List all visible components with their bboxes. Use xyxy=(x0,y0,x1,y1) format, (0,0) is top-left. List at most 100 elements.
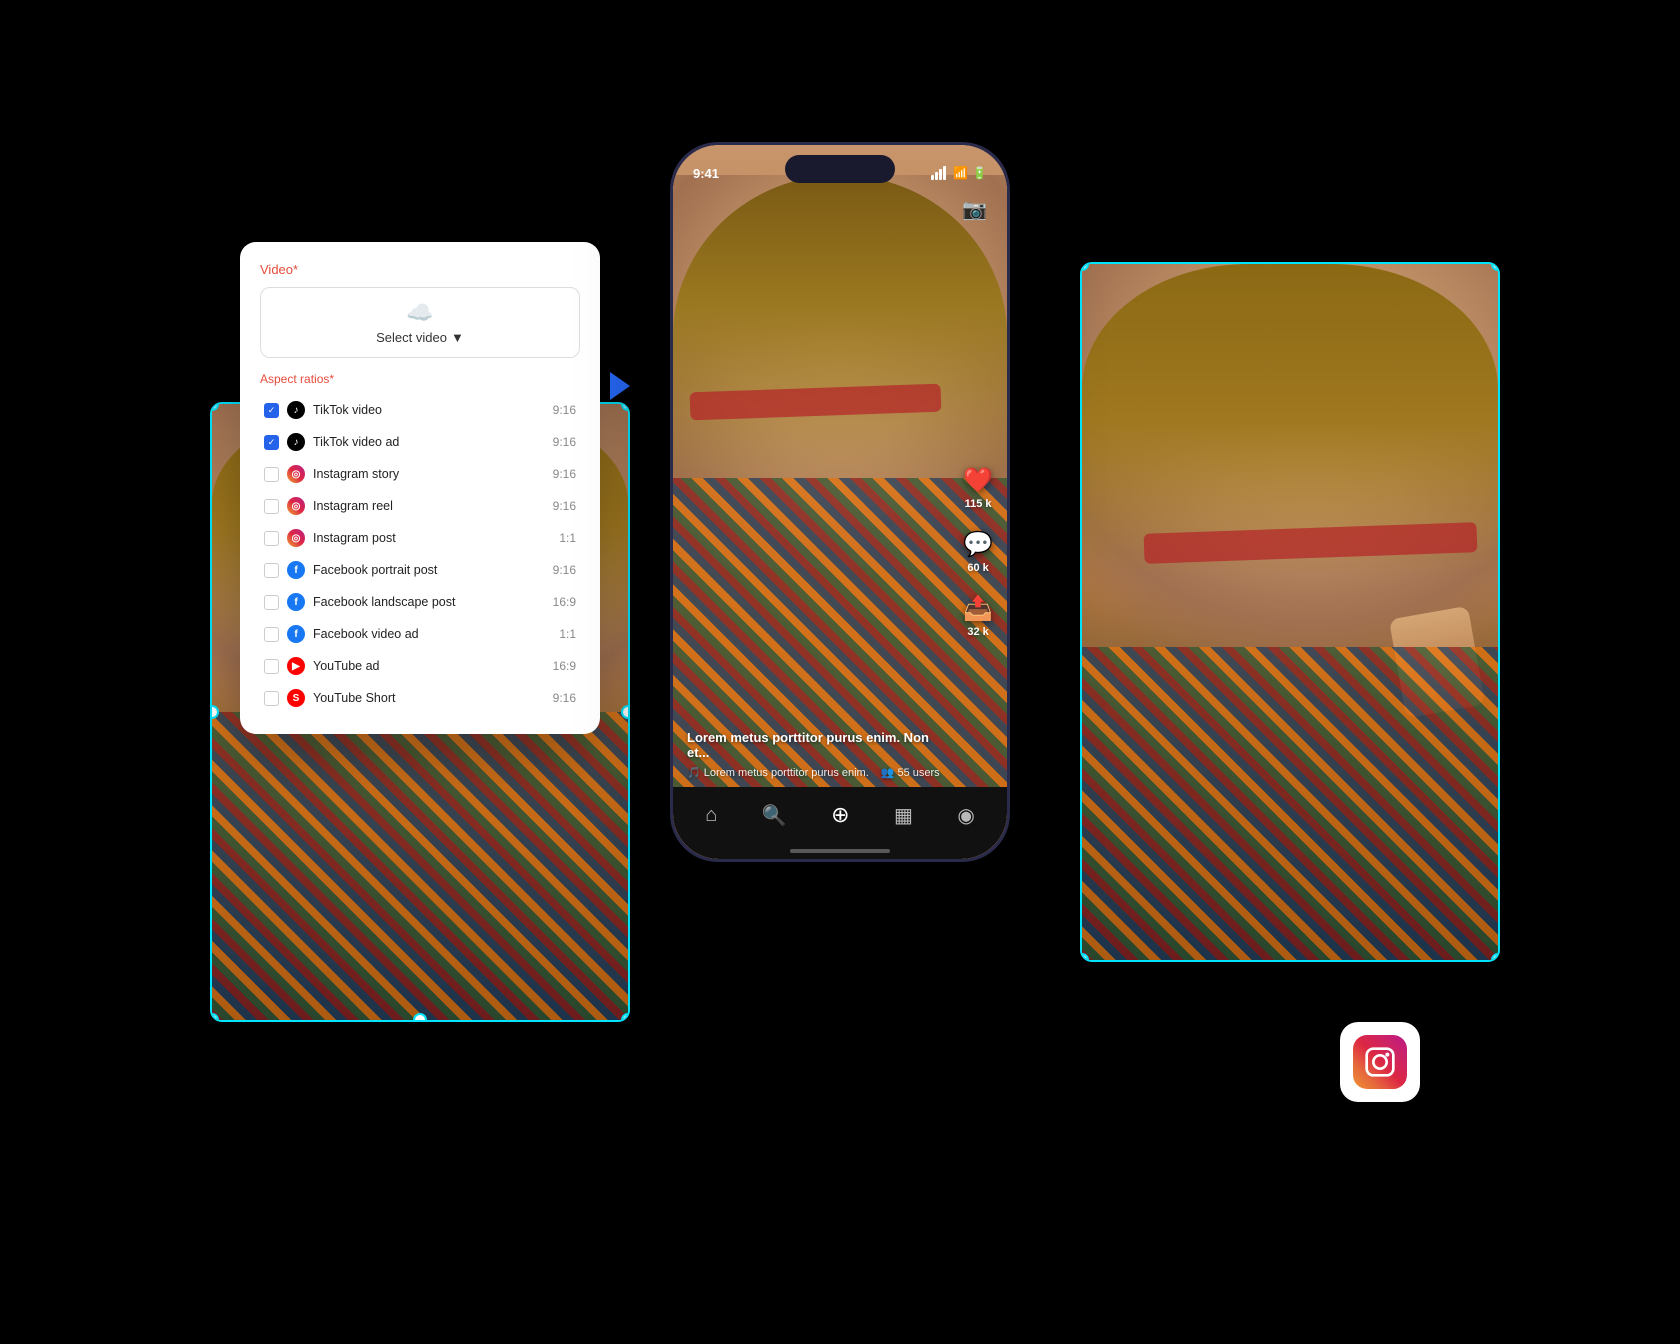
social-actions: ❤️ 115 k 💬 60 k 📤 32 k xyxy=(963,466,993,638)
platform-icon-tiktok_video: ♪ xyxy=(287,401,305,419)
aspect-item-instagram_story[interactable]: ◎ Instagram story 9:16 xyxy=(260,458,580,490)
item-ratio-instagram_story: 9:16 xyxy=(553,467,576,481)
status-icons: 📶 🔋 xyxy=(931,166,987,180)
aspect-item-facebook_portrait[interactable]: f Facebook portrait post 9:16 xyxy=(260,554,580,586)
hair xyxy=(673,175,1007,496)
video-label: Video* xyxy=(260,262,580,277)
checkbox-youtube_short[interactable] xyxy=(264,691,279,706)
checkbox-facebook_portrait[interactable] xyxy=(264,563,279,578)
comment-icon: 💬 xyxy=(963,530,993,559)
platform-icon-instagram_post: ◎ xyxy=(287,529,305,547)
item-ratio-facebook_landscape: 16:9 xyxy=(553,595,576,609)
item-ratio-instagram_post: 1:1 xyxy=(559,531,576,545)
likes-count: 115 k xyxy=(965,498,992,510)
item-ratio-youtube_short: 9:16 xyxy=(553,691,576,705)
item-name-tiktok_video: TikTok video xyxy=(313,403,545,417)
corner-dot-br[interactable] xyxy=(621,1013,630,1022)
camera-icon[interactable]: 📷 xyxy=(962,197,987,222)
item-ratio-youtube_ad: 16:9 xyxy=(553,659,576,673)
item-name-instagram_story: Instagram story xyxy=(313,467,545,481)
select-video-button[interactable]: ☁️ Select video ▼ xyxy=(260,287,580,358)
shares-count: 32 k xyxy=(967,626,988,638)
users-icon: 👥 xyxy=(881,766,895,779)
platform-icon-facebook_portrait: f xyxy=(287,561,305,579)
signal-bars xyxy=(931,166,946,180)
item-ratio-facebook_video_ad: 1:1 xyxy=(559,627,576,641)
cursor-arrow xyxy=(610,372,630,400)
checkbox-instagram_story[interactable] xyxy=(264,467,279,482)
item-ratio-facebook_portrait: 9:16 xyxy=(553,563,576,577)
caption-music: 🎵 Lorem metus porttitor purus enim. xyxy=(687,766,869,779)
share-icon: 📤 xyxy=(963,594,993,623)
phone-time: 9:41 xyxy=(693,166,719,181)
caption-users: 👥 55 users xyxy=(881,766,940,779)
platform-icon-facebook_video_ad: f xyxy=(287,625,305,643)
battery-icon: 🔋 xyxy=(972,166,987,180)
item-name-youtube_ad: YouTube ad xyxy=(313,659,545,673)
checkbox-tiktok_video[interactable] xyxy=(264,403,279,418)
item-name-facebook_portrait: Facebook portrait post xyxy=(313,563,545,577)
platform-icon-instagram_reel: ◎ xyxy=(287,497,305,515)
aspect-item-facebook_video_ad[interactable]: f Facebook video ad 1:1 xyxy=(260,618,580,650)
caption-area: Lorem metus porttitor purus enim. Non et… xyxy=(687,730,947,779)
item-name-youtube_short: YouTube Short xyxy=(313,691,545,705)
nav-home-icon[interactable]: ⌂ xyxy=(705,804,717,827)
checkbox-instagram_reel[interactable] xyxy=(264,499,279,514)
item-name-instagram_reel: Instagram reel xyxy=(313,499,545,513)
corner-dot-mr[interactable] xyxy=(621,705,630,719)
aspect-item-facebook_landscape[interactable]: f Facebook landscape post 16:9 xyxy=(260,586,580,618)
instagram-badge xyxy=(1340,1022,1420,1102)
heart-icon: ❤️ xyxy=(963,466,993,495)
item-ratio-tiktok_video_ad: 9:16 xyxy=(553,435,576,449)
nav-profile-icon[interactable]: ◉ xyxy=(957,803,974,828)
checkbox-youtube_ad[interactable] xyxy=(264,659,279,674)
item-name-instagram_post: Instagram post xyxy=(313,531,551,545)
right-image-panel xyxy=(1080,262,1500,962)
comment-action[interactable]: 💬 60 k xyxy=(963,530,993,574)
platform-icon-facebook_landscape: f xyxy=(287,593,305,611)
nav-add-icon[interactable]: ⊕ xyxy=(831,802,849,828)
upload-icon: ☁️ xyxy=(406,300,433,326)
caption-meta: 🎵 Lorem metus porttitor purus enim. 👥 55… xyxy=(687,766,947,779)
right-model-bg xyxy=(1082,264,1498,960)
required-star: * xyxy=(293,262,298,277)
corner-dot-bm[interactable] xyxy=(413,1013,427,1022)
platform-icon-instagram_story: ◎ xyxy=(287,465,305,483)
checkbox-facebook_landscape[interactable] xyxy=(264,595,279,610)
select-video-label: Select video ▼ xyxy=(376,330,464,345)
video-label-text: Video xyxy=(260,262,293,277)
aspect-ratios-list: ♪ TikTok video 9:16 ♪ TikTok video ad 9:16 ◎ In… xyxy=(260,394,580,714)
aspect-item-instagram_reel[interactable]: ◎ Instagram reel 9:16 xyxy=(260,490,580,522)
instagram-icon xyxy=(1353,1035,1407,1089)
phone-mockup: 9:41 📶 🔋 xyxy=(670,142,1010,862)
aspect-item-tiktok_video_ad[interactable]: ♪ TikTok video ad 9:16 xyxy=(260,426,580,458)
item-ratio-tiktok_video: 9:16 xyxy=(553,403,576,417)
item-ratio-instagram_reel: 9:16 xyxy=(553,499,576,513)
aspect-item-tiktok_video[interactable]: ♪ TikTok video 9:16 xyxy=(260,394,580,426)
main-scene: 9:41 📶 🔋 xyxy=(240,122,1440,1222)
aspect-item-youtube_ad[interactable]: ▶ YouTube ad 16:9 xyxy=(260,650,580,682)
item-name-facebook_video_ad: Facebook video ad xyxy=(313,627,551,641)
item-name-tiktok_video_ad: TikTok video ad xyxy=(313,435,545,449)
checkbox-facebook_video_ad[interactable] xyxy=(264,627,279,642)
checkbox-tiktok_video_ad[interactable] xyxy=(264,435,279,450)
aspect-item-youtube_short[interactable]: S YouTube Short 9:16 xyxy=(260,682,580,714)
wifi-icon: 📶 xyxy=(953,166,968,180)
platform-icon-tiktok_video_ad: ♪ xyxy=(287,433,305,451)
item-name-facebook_landscape: Facebook landscape post xyxy=(313,595,545,609)
checkbox-instagram_post[interactable] xyxy=(264,531,279,546)
home-indicator xyxy=(790,849,890,853)
phone-notch xyxy=(785,155,895,183)
music-icon: 🎵 xyxy=(687,766,701,779)
right-corner-dot-br[interactable] xyxy=(1491,953,1500,962)
aspect-item-instagram_post[interactable]: ◎ Instagram post 1:1 xyxy=(260,522,580,554)
form-card: Video* ☁️ Select video ▼ Aspect ratios* … xyxy=(240,242,600,734)
platform-icon-youtube_short: S xyxy=(287,689,305,707)
like-action[interactable]: ❤️ 115 k xyxy=(963,466,993,510)
bottom-nav: ⌂ 🔍 ⊕ ▦ ◉ xyxy=(673,787,1007,859)
nav-search-icon[interactable]: 🔍 xyxy=(762,803,787,828)
nav-activity-icon[interactable]: ▦ xyxy=(894,803,913,828)
share-action[interactable]: 📤 32 k xyxy=(963,594,993,638)
platform-icon-youtube_ad: ▶ xyxy=(287,657,305,675)
caption-title: Lorem metus porttitor purus enim. Non et… xyxy=(687,730,947,760)
